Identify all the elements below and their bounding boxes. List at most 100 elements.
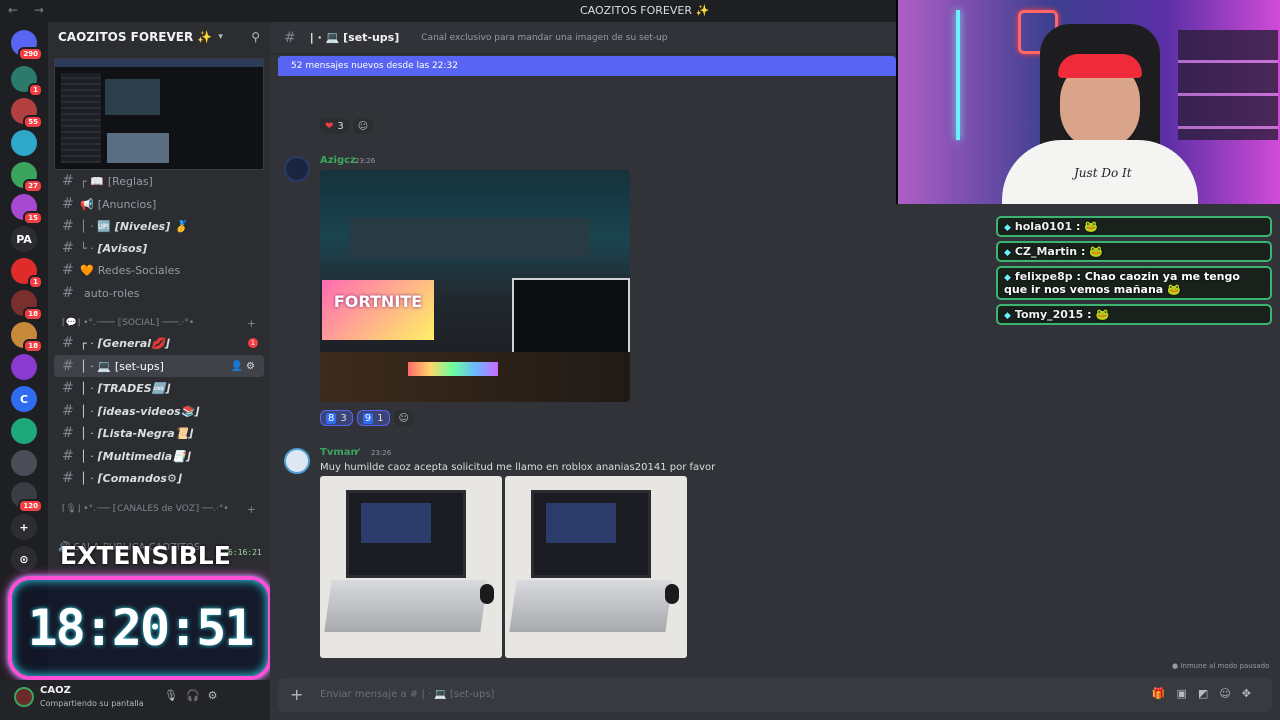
preview-window (105, 79, 160, 115)
apps-icon[interactable]: ✥ (1242, 687, 1262, 700)
chat-message: ◆ hola0101 : 🐸 (996, 216, 1272, 237)
channel-topic[interactable]: Canal exclusivo para mandar una imagen d… (421, 33, 667, 43)
add-reaction-button[interactable]: ☺ (393, 410, 414, 426)
setup-photo[interactable]: FORTNITE (320, 170, 630, 402)
category-social[interactable]: ⌈💬⌋ •°.·─── ⟦SOCIAL⟧ ───.·°• + (62, 317, 262, 330)
message-author[interactable]: Tvman (320, 447, 358, 458)
category-voice[interactable]: ⌈🎙⌋ •°.·── ⟦CANALES de VOZ⟧ ──.·°• + (62, 503, 262, 516)
reaction-row: ❤ 3 ☺ (320, 118, 374, 134)
mention-badge: 1 (28, 83, 43, 97)
server-header[interactable]: CAOZITOS FOREVER ✨ ▾ ⚲ (48, 22, 270, 52)
mention-badge: 18 (23, 339, 43, 353)
gif-icon[interactable]: ▣ (1177, 687, 1198, 700)
reaction-count: 3 (340, 412, 347, 424)
channel-name: [Reglas] (107, 174, 153, 188)
server-icon[interactable]: 27 (11, 162, 43, 193)
channel-item[interactable]: # │ · 💻 [set-ups] 👤⚙ (54, 355, 264, 377)
shirt-text: Just Do It (1074, 166, 1132, 180)
server-icon[interactable] (11, 354, 37, 380)
server-icon[interactable]: 15 (11, 194, 43, 225)
server-icon[interactable]: C (11, 386, 37, 412)
hash-icon: # (62, 285, 74, 301)
message-input[interactable]: Enviar mensaje a # | · 💻 [set-ups] (320, 689, 494, 700)
channel-item[interactable]: # ┌ · ⌈General💋⌋ 1 (54, 332, 264, 354)
server-icon[interactable]: 1 (11, 66, 43, 97)
add-channel-icon[interactable]: + (247, 317, 256, 330)
channel-item[interactable]: # │ · 🆙 [Niveles] 🥇 (54, 215, 264, 237)
reaction-8[interactable]: 8 3 (320, 410, 353, 426)
message-composer[interactable]: + Enviar mensaje a # | · 💻 [set-ups] 🎁▣◩… (278, 678, 1272, 712)
gift-icon[interactable]: 🎁 (1152, 687, 1177, 700)
add-member-icon[interactable]: ⚲ (251, 30, 260, 44)
server-icon[interactable]: 55 (11, 98, 43, 129)
slowmode-notice: ● Inmune al modo pausado (1172, 662, 1270, 670)
server-icon[interactable] (11, 418, 37, 444)
laptop-base (509, 580, 673, 632)
preview-sidebar (61, 73, 101, 163)
server-icon[interactable]: PA (11, 226, 37, 252)
channel-prefix: ┌ · (80, 336, 94, 350)
laptop-photo[interactable] (320, 476, 502, 658)
avatar[interactable] (14, 687, 34, 707)
server-icon[interactable]: 290 (11, 30, 43, 61)
avatar[interactable] (284, 448, 310, 474)
channel-name: ⌈TRADES🆒⌋ (97, 381, 171, 395)
channel-item[interactable]: # 🧡 Redes-Sociales (54, 259, 264, 281)
channel-name: [Anuncios] (97, 197, 157, 211)
chat-text: : (1087, 308, 1092, 321)
channel-prefix: 🧡 (80, 263, 94, 277)
window-title: CAOZITOS FOREVER ✨ (580, 4, 710, 17)
photo-keyboard (408, 362, 498, 376)
server-icon[interactable]: + (11, 514, 37, 540)
server-icon[interactable]: 18 (11, 322, 43, 353)
add-reaction-button[interactable]: ☺ (352, 118, 374, 134)
headphones-icon[interactable]: 🎧 (186, 689, 208, 702)
reaction-heart[interactable]: ❤ 3 (320, 118, 349, 134)
poster-text: FORTNITE (333, 292, 423, 311)
channel-item[interactable]: # 📢 [Anuncios] (54, 193, 264, 215)
emoji-icon[interactable]: ☺ (1219, 687, 1241, 700)
server-icon[interactable]: ⊙ (11, 546, 37, 572)
laptop-photo[interactable] (505, 476, 687, 658)
hash-icon: # (284, 29, 296, 46)
new-messages-bar[interactable]: 52 mensajes nuevos desde las 22:32 (278, 56, 896, 76)
channel-name: ⌈Multimedia📑⌋ (97, 449, 191, 463)
nav-arrows[interactable]: ← → (8, 3, 50, 17)
chevron-down-icon[interactable]: ▾ (218, 32, 223, 42)
channel-item[interactable]: # ┌ 📖 [Reglas] (54, 170, 264, 192)
channel-prefix: 📢 (80, 197, 94, 211)
stream-overlay-time: 6:16:21 (228, 548, 262, 557)
heart-icon: ❤ (325, 120, 334, 132)
sticker-icon[interactable]: ◩ (1198, 687, 1219, 700)
chat-message: ◆ Tomy_2015 : 🐸 (996, 304, 1272, 325)
channel-item[interactable]: # │ · ⌈Multimedia📑⌋ (54, 445, 264, 467)
channel-item[interactable]: # │ · ⌈Lista-Negra📜⌋ (54, 422, 264, 444)
server-icon[interactable] (11, 130, 37, 156)
avatar[interactable] (284, 156, 310, 182)
gear-icon[interactable]: ⚙ (208, 689, 226, 702)
message-author[interactable]: Azigcz (320, 155, 356, 166)
channel-settings-icon[interactable]: 👤⚙ (231, 361, 258, 372)
badge-icon: ◆ (1004, 223, 1011, 233)
category-label: ⌈🎙⌋ •°.·── ⟦CANALES de VOZ⟧ ──.·°• (62, 504, 229, 514)
server-label: + (19, 520, 29, 534)
microphone-icon[interactable]: 🎙 (164, 689, 186, 702)
server-icon[interactable]: 120 (11, 482, 43, 513)
unread-badge: 1 (248, 338, 258, 348)
server-icon[interactable]: 18 (11, 290, 43, 321)
photo-desk (320, 352, 630, 402)
laptop-window (361, 503, 431, 543)
emote-icon: 🐸 (1167, 283, 1181, 296)
channel-item[interactable]: # auto-roles (54, 282, 264, 304)
channel-prefix: │ · 💻 (80, 359, 111, 373)
server-icon[interactable]: 1 (11, 258, 43, 289)
channel-item[interactable]: # │ · ⌈Comandos⚙⌋ (54, 467, 264, 489)
category-label: ⌈💬⌋ •°.·─── ⟦SOCIAL⟧ ───.·°• (62, 318, 195, 328)
channel-item[interactable]: # │ · ⌈ideas-videos📚⌋ (54, 400, 264, 422)
channel-item[interactable]: # └ · [Avisos] (54, 237, 264, 259)
reaction-9[interactable]: 9 1 (356, 410, 390, 426)
server-icon[interactable] (11, 450, 37, 476)
add-channel-icon[interactable]: + (247, 503, 256, 516)
channel-item[interactable]: # │ · ⌈TRADES🆒⌋ (54, 377, 264, 399)
attach-plus-icon[interactable]: + (290, 685, 303, 704)
